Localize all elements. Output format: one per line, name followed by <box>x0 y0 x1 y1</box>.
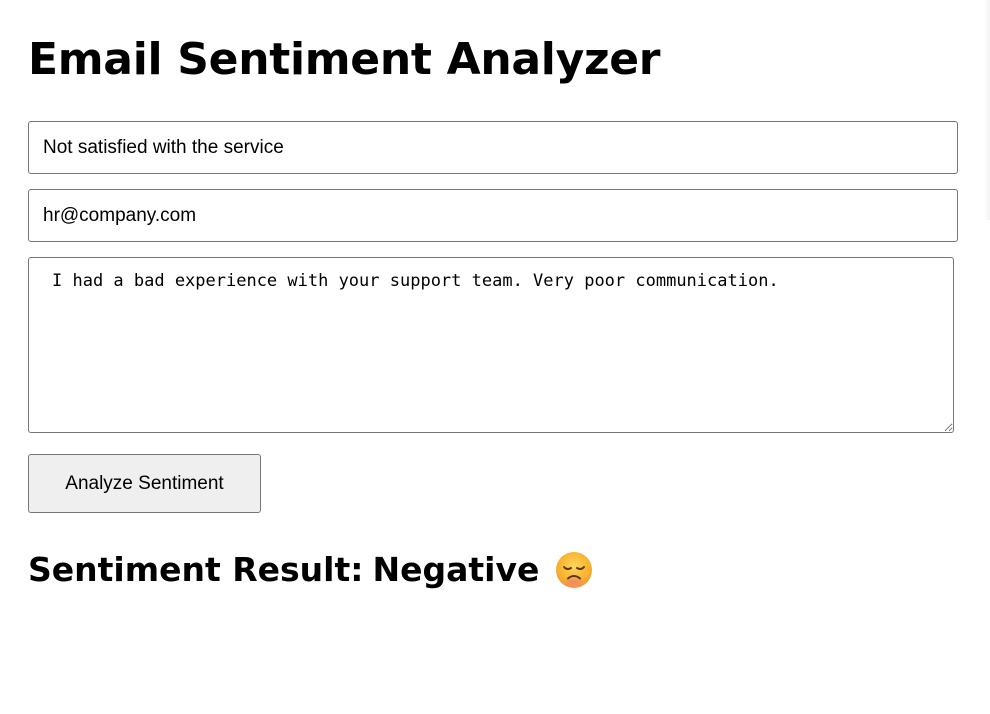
page-title: Email Sentiment Analyzer <box>28 34 661 85</box>
email-input[interactable] <box>28 189 958 242</box>
sentiment-result-label: Sentiment Result: <box>28 550 364 589</box>
email-body-textarea[interactable]: I had a bad experience with your support… <box>28 257 954 433</box>
disappointed-face-icon <box>555 551 593 589</box>
sentiment-result-value: Negative <box>372 550 540 589</box>
scrollbar-track <box>984 0 990 220</box>
sentiment-result: Sentiment Result: Negative <box>28 546 593 594</box>
subject-input[interactable] <box>28 121 958 174</box>
analyze-sentiment-button[interactable]: Analyze Sentiment <box>28 454 261 513</box>
